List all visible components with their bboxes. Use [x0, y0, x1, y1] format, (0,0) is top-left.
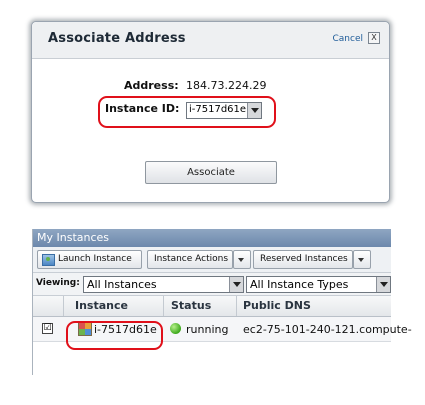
instance-id-dropdown-button[interactable] [247, 103, 261, 118]
instances-table-header: Instance Status Public DNS [33, 296, 391, 317]
associate-button[interactable]: Associate [145, 161, 277, 184]
launch-instance-label: Launch Instance [58, 254, 132, 264]
close-icon[interactable]: X [368, 32, 380, 44]
associate-address-dialog: Associate Address Cancel X Address: 184.… [31, 21, 390, 203]
instances-filter-select[interactable]: All Instances [83, 276, 244, 293]
row-checkbox[interactable]: ☑ [42, 323, 53, 334]
instance-actions-dropdown[interactable] [233, 250, 251, 269]
viewing-label: Viewing: [36, 278, 80, 288]
panel-title-bar: My Instances [33, 229, 391, 247]
instance-types-filter-select[interactable]: All Instance Types [246, 276, 391, 293]
instances-toolbar: Launch Instance Instance Actions Reserve… [33, 247, 391, 273]
dialog-title: Associate Address [48, 31, 186, 46]
reserved-instances-dropdown[interactable] [353, 250, 371, 269]
reserved-instances-label: Reserved Instances [260, 254, 348, 264]
instance-cell-highlight [66, 321, 163, 350]
instance-id-select-value: i-7517d61e [189, 104, 247, 115]
running-status-icon [170, 323, 181, 334]
instance-actions-button[interactable]: Instance Actions [147, 250, 233, 269]
column-separator [63, 296, 64, 316]
instance-types-dropdown-button[interactable] [376, 277, 390, 292]
my-instances-panel: My Instances Launch Instance Instance Ac… [32, 229, 412, 375]
instance-id-label: Instance ID: [105, 102, 180, 115]
panel-title: My Instances [37, 231, 110, 244]
column-separator [163, 296, 164, 316]
column-header-instance[interactable]: Instance [75, 299, 128, 312]
reserved-instances-button[interactable]: Reserved Instances [253, 250, 353, 269]
cancel-link[interactable]: Cancel [333, 34, 364, 44]
dialog-header: Associate Address Cancel X [32, 22, 389, 59]
filter-bar: Viewing: All Instances All Instance Type… [33, 273, 391, 296]
instance-actions-label: Instance Actions [154, 254, 229, 264]
chevron-down-icon [233, 282, 241, 287]
column-separator [236, 296, 237, 316]
column-header-status[interactable]: Status [171, 299, 211, 312]
address-label: Address: [124, 79, 179, 92]
launch-instance-icon [42, 254, 55, 266]
chevron-down-icon [251, 108, 259, 113]
instance-id-select[interactable]: i-7517d61e [186, 102, 262, 119]
public-dns-cell: ec2-75-101-240-121.compute- [243, 323, 412, 336]
status-cell: running [186, 323, 229, 336]
launch-instance-button[interactable]: Launch Instance [37, 250, 142, 269]
chevron-down-icon [380, 282, 388, 287]
chevron-down-icon [358, 258, 364, 262]
instances-filter-dropdown-button[interactable] [229, 277, 243, 292]
instances-filter-value: All Instances [87, 278, 157, 291]
chevron-down-icon [238, 258, 244, 262]
column-header-public-dns[interactable]: Public DNS [243, 299, 311, 312]
address-value: 184.73.224.29 [186, 79, 267, 92]
instance-types-filter-value: All Instance Types [250, 278, 349, 291]
